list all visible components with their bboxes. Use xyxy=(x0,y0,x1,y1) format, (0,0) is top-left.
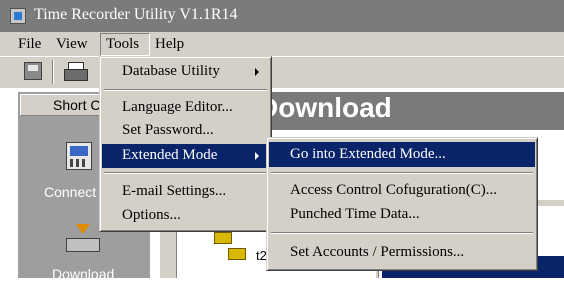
menu-tools[interactable]: Tools xyxy=(106,36,139,56)
menu-item-label: Database Utility xyxy=(122,63,220,79)
download-device-icon[interactable] xyxy=(66,238,100,252)
toolbar-separator xyxy=(52,60,54,84)
menu-view[interactable]: View xyxy=(56,36,88,56)
database-icon[interactable] xyxy=(228,248,246,260)
menu-help[interactable]: Help xyxy=(155,36,184,56)
app-icon xyxy=(10,8,26,24)
download-arrow-icon[interactable] xyxy=(76,224,90,234)
connect-label[interactable]: Connect xyxy=(44,184,96,200)
menu-separator xyxy=(271,232,533,234)
submenu-item-go-into-extended-mode[interactable]: Go into Extended Mode... xyxy=(269,142,535,167)
submenu-item-punched-time-data[interactable]: Punched Time Data... xyxy=(269,202,535,227)
save-icon[interactable] xyxy=(24,62,42,80)
download-label[interactable]: Download xyxy=(52,266,114,282)
connect-icon[interactable] xyxy=(66,142,92,170)
menu-item-label: Extended Mode xyxy=(122,147,218,163)
menu-item-language-editor[interactable]: Language Editor... xyxy=(102,96,269,120)
submenu-item-set-accounts[interactable]: Set Accounts / Permissions... xyxy=(269,240,535,265)
database-icon[interactable] xyxy=(214,232,232,244)
menu-file[interactable]: File xyxy=(18,36,41,56)
menu-item-database-utility[interactable]: Database Utility xyxy=(102,60,269,84)
menu-item-set-password[interactable]: Set Password... xyxy=(102,119,269,143)
menu-item-options[interactable]: Options... xyxy=(102,204,269,228)
content-title: Download xyxy=(258,92,392,123)
menu-separator xyxy=(104,89,267,91)
printer-icon[interactable] xyxy=(64,62,88,81)
submenu-arrow-icon xyxy=(255,68,259,76)
submenu-item-access-control[interactable]: Access Control Cofuguration(C)... xyxy=(269,178,535,203)
menu-item-extended-mode[interactable]: Extended Mode xyxy=(102,144,269,168)
submenu-arrow-icon xyxy=(255,152,259,160)
menu-separator xyxy=(104,172,267,174)
menu-separator xyxy=(271,172,533,174)
window-title: Time Recorder Utility V1.1R14 xyxy=(34,6,238,23)
menu-item-email-settings[interactable]: E-mail Settings... xyxy=(102,180,269,204)
